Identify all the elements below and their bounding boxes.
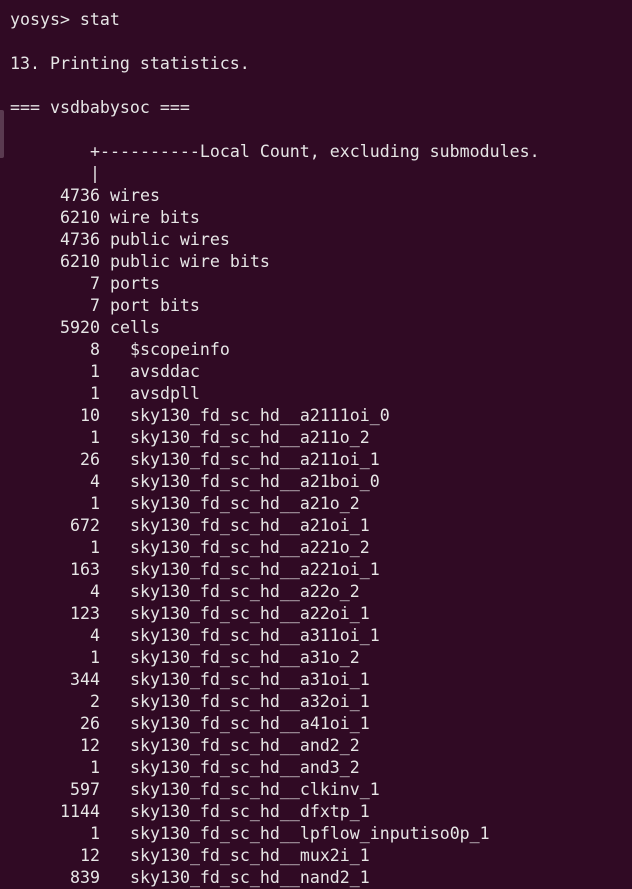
cell-name: avsdpll [130, 384, 200, 403]
stat-count: 7 [90, 296, 100, 315]
cell-count: 26 [80, 450, 100, 469]
cell-name: $scopeinfo [130, 340, 230, 359]
cell-name: sky130_fd_sc_hd__a22oi_1 [130, 604, 370, 623]
stat-count: 4736 [60, 186, 100, 205]
cell-count: 2 [90, 692, 100, 711]
cell-count: 1 [90, 362, 100, 381]
stat-label: ports [110, 274, 160, 293]
cell-name: sky130_fd_sc_hd__a21o_2 [130, 494, 360, 513]
cell-count: 1 [90, 384, 100, 403]
stat-label: wire bits [110, 208, 200, 227]
cell-name: sky130_fd_sc_hd__a32oi_1 [130, 692, 370, 711]
cell-name: sky130_fd_sc_hd__a221o_2 [130, 538, 370, 557]
cell-count: 4 [90, 582, 100, 601]
cell-name: sky130_fd_sc_hd__a2111oi_0 [130, 406, 390, 425]
cell-name: sky130_fd_sc_hd__and3_2 [130, 758, 360, 777]
cell-count: 1144 [60, 802, 100, 821]
cell-name: sky130_fd_sc_hd__lpflow_inputiso0p_1 [130, 824, 490, 843]
cell-name: sky130_fd_sc_hd__nand2_1 [130, 868, 370, 887]
cell-count: 1 [90, 494, 100, 513]
scroll-indicator[interactable] [0, 110, 4, 158]
stat-count: 4736 [60, 230, 100, 249]
cell-name: sky130_fd_sc_hd__a21boi_0 [130, 472, 380, 491]
cell-count: 4 [90, 626, 100, 645]
cell-count: 123 [70, 604, 100, 623]
cell-count: 4 [90, 472, 100, 491]
cell-count: 8 [90, 340, 100, 359]
cell-count: 12 [80, 736, 100, 755]
stat-label: public wires [110, 230, 230, 249]
cell-count: 344 [70, 670, 100, 689]
cell-count: 597 [70, 780, 100, 799]
cell-name: sky130_fd_sc_hd__a211oi_1 [130, 450, 380, 469]
step-heading: 13. Printing statistics. [10, 54, 250, 73]
cell-count: 672 [70, 516, 100, 535]
cell-count: 1 [90, 648, 100, 667]
cell-name: sky130_fd_sc_hd__a311oi_1 [130, 626, 380, 645]
cell-name: sky130_fd_sc_hd__a31oi_1 [130, 670, 370, 689]
cell-name: sky130_fd_sc_hd__clkinv_1 [130, 780, 380, 799]
stat-count: 7 [90, 274, 100, 293]
cell-count: 1 [90, 428, 100, 447]
stat-count: 6210 [60, 208, 100, 227]
command-prompt-line: yosys> stat [10, 10, 120, 29]
stat-label: public wire bits [110, 252, 270, 271]
cell-count: 26 [80, 714, 100, 733]
cell-count: 163 [70, 560, 100, 579]
stat-count: 5920 [60, 318, 100, 337]
cell-name: sky130_fd_sc_hd__a221oi_1 [130, 560, 380, 579]
terminal-window[interactable]: yosys> stat 13. Printing statistics. ===… [0, 0, 632, 887]
stat-label: cells [110, 318, 160, 337]
cell-name: sky130_fd_sc_hd__dfxtp_1 [130, 802, 370, 821]
cell-name: avsddac [130, 362, 200, 381]
module-header: === vsdbabysoc === [10, 98, 190, 117]
tree-header: +----------Local Count, excluding submod… [90, 142, 540, 161]
cell-name: sky130_fd_sc_hd__a31o_2 [130, 648, 360, 667]
stat-label: port bits [110, 296, 200, 315]
cell-count: 1 [90, 824, 100, 843]
cell-name: sky130_fd_sc_hd__a211o_2 [130, 428, 370, 447]
cell-name: sky130_fd_sc_hd__and2_2 [130, 736, 360, 755]
cell-name: sky130_fd_sc_hd__mux2i_1 [130, 846, 370, 865]
stat-count: 6210 [60, 252, 100, 271]
cell-name: sky130_fd_sc_hd__a41oi_1 [130, 714, 370, 733]
cell-name: sky130_fd_sc_hd__a22o_2 [130, 582, 360, 601]
stat-label: wires [110, 186, 160, 205]
cell-name: sky130_fd_sc_hd__a21oi_1 [130, 516, 370, 535]
cell-count: 1 [90, 538, 100, 557]
cell-count: 10 [80, 406, 100, 425]
cell-count: 839 [70, 868, 100, 887]
cell-count: 1 [90, 758, 100, 777]
cell-count: 12 [80, 846, 100, 865]
tree-pipe: | [90, 164, 100, 183]
